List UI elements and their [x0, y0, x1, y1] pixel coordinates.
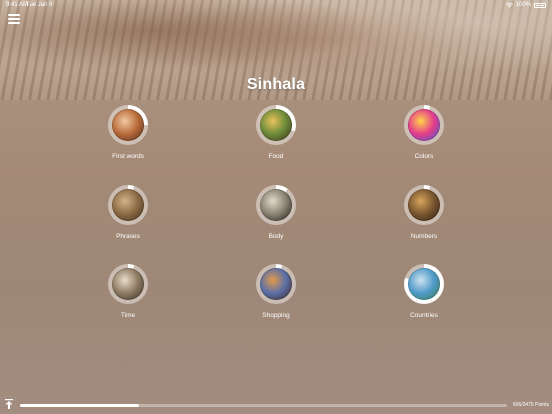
progress-ring: [404, 185, 444, 225]
category-countries[interactable]: Countries: [384, 264, 464, 319]
category-label: Food: [268, 153, 284, 160]
bottom-progress-bar: 606/3475 Points: [0, 396, 552, 414]
points-text: 606/3475 Points: [512, 402, 549, 408]
progress-ring: [404, 105, 444, 145]
wifi-icon: [505, 3, 513, 8]
first-words-thumbnail-image: [112, 109, 144, 141]
time-thumbnail-image: [112, 268, 144, 300]
page-title: Sinhala: [246, 76, 306, 93]
status-bar: 9:41 AM Tue Jan 9 100%: [0, 0, 552, 12]
food-thumbnail-image: [260, 109, 292, 141]
category-label: Time: [120, 312, 136, 319]
category-label: Numbers: [410, 233, 438, 240]
progress-ring: [404, 264, 444, 304]
category-body[interactable]: Body: [236, 185, 316, 240]
category-numbers[interactable]: Numbers: [384, 185, 464, 240]
progress-ring: [256, 185, 296, 225]
hamburger-menu-icon[interactable]: [8, 14, 20, 24]
category-label: Countries: [410, 312, 438, 319]
shopping-thumbnail-image: [260, 268, 292, 300]
category-label: Shopping: [262, 312, 290, 319]
battery-percent: 100%: [515, 2, 531, 8]
progress-ring: [256, 264, 296, 304]
category-label: First words: [112, 153, 144, 160]
category-colors[interactable]: Colors: [384, 105, 464, 160]
upload-icon[interactable]: [5, 399, 13, 409]
progress-ring: [108, 264, 148, 304]
category-label: Colors: [414, 153, 434, 160]
progress-ring: [108, 105, 148, 145]
phrases-thumbnail-image: [112, 189, 144, 221]
status-time: 9:41 AM: [6, 2, 29, 8]
category-label: Body: [268, 233, 284, 240]
progress-ring: [256, 105, 296, 145]
countries-thumbnail-image: [408, 268, 440, 300]
category-time[interactable]: Time: [88, 264, 168, 319]
category-phrases[interactable]: Phrases: [88, 185, 168, 240]
status-date: Tue Jan 9: [26, 2, 53, 8]
status-indicators: 100%: [505, 0, 546, 11]
numbers-thumbnail-image: [408, 189, 440, 221]
category-food[interactable]: Food: [236, 105, 316, 160]
body-thumbnail-image: [260, 189, 292, 221]
category-shopping[interactable]: Shopping: [236, 264, 316, 319]
category-label: Phrases: [116, 233, 140, 240]
progress-ring: [108, 185, 148, 225]
battery-icon: [534, 3, 546, 8]
category-first-words[interactable]: First words: [88, 105, 168, 160]
points-progress-fill: [20, 404, 140, 407]
colors-thumbnail-image: [408, 109, 440, 141]
